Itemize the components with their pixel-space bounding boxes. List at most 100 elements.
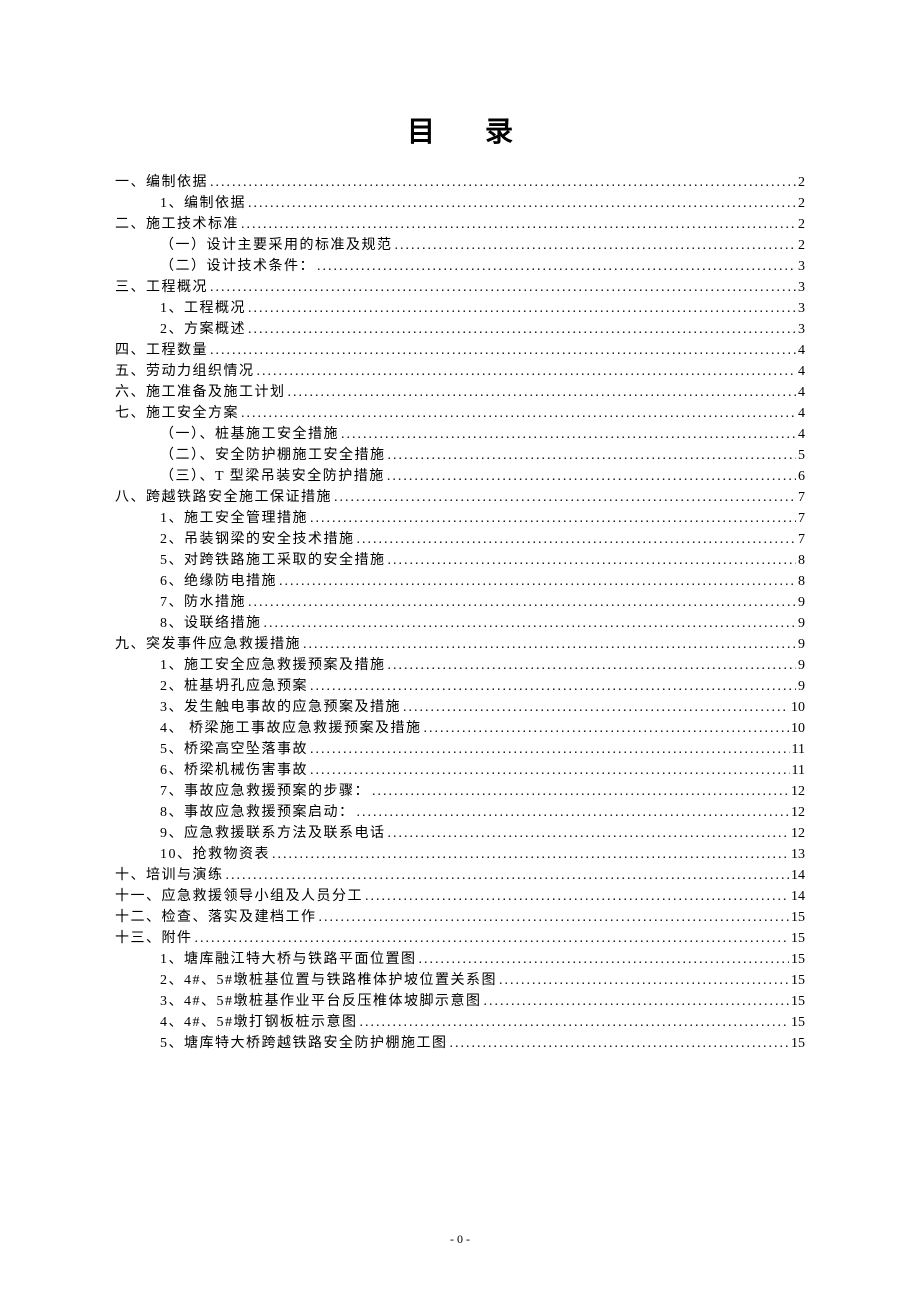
toc-entry-text: 3、4#、5#墩桩基作业平台反压椎体坡脚示意图: [160, 991, 482, 1012]
toc-entry-text: 1、施工安全应急救援预案及措施: [160, 655, 386, 676]
toc-entry-text: 1、编制依据: [160, 193, 246, 214]
toc-entry-page: 7: [796, 487, 805, 508]
toc-entry: 1、施工安全应急救援预案及措施.........................…: [115, 655, 805, 676]
toc-leader-dots: ........................................…: [417, 949, 790, 970]
toc-entry: 七、施工安全方案................................…: [115, 403, 805, 424]
toc-entry-page: 10: [789, 718, 805, 739]
toc-entry: 一、编制依据..................................…: [115, 172, 805, 193]
toc-entry-page: 15: [789, 991, 805, 1012]
toc-entry: 1、编制依据..................................…: [115, 193, 805, 214]
toc-entry: 7、事故应急救援预案的步骤：..........................…: [115, 781, 805, 802]
toc-entry-text: （二）设计技术条件：: [160, 256, 315, 277]
toc-entry: 二、施工技术标准................................…: [115, 214, 805, 235]
toc-entry-text: 6、桥梁机械伤害事故: [160, 760, 308, 781]
toc-entry-text: （一）设计主要采用的标准及规范: [160, 235, 393, 256]
toc-entry: （二）、安全防护棚施工安全措施.........................…: [115, 445, 805, 466]
toc-entry-page: 9: [796, 592, 805, 613]
toc-leader-dots: ........................................…: [355, 802, 790, 823]
toc-leader-dots: ........................................…: [355, 529, 797, 550]
toc-entry-page: 14: [789, 865, 805, 886]
toc-leader-dots: ........................................…: [270, 844, 789, 865]
toc-entry-page: 5: [796, 445, 805, 466]
toc-leader-dots: ........................................…: [255, 361, 797, 382]
toc-entry-text: 7、事故应急救援预案的步骤：: [160, 781, 370, 802]
toc-entry-page: 9: [796, 634, 805, 655]
page-footer: - 0 -: [0, 1232, 920, 1247]
toc-leader-dots: ........................................…: [482, 991, 790, 1012]
toc-entry-page: 9: [796, 676, 805, 697]
toc-leader-dots: ........................................…: [339, 424, 796, 445]
toc-entry-page: 7: [796, 508, 805, 529]
toc-leader-dots: ........................................…: [317, 907, 790, 928]
toc-entry: 八、跨越铁路安全施工保证措施..........................…: [115, 487, 805, 508]
toc-leader-dots: ........................................…: [363, 886, 789, 907]
toc-leader-dots: ........................................…: [393, 235, 797, 256]
toc-entry-page: 9: [796, 655, 805, 676]
toc-entry-page: 9: [796, 613, 805, 634]
toc-entry-page: 2: [796, 172, 805, 193]
toc-entry: 3、4#、5#墩桩基作业平台反压椎体坡脚示意图.................…: [115, 991, 805, 1012]
toc-entry-text: 五、劳动力组织情况: [115, 361, 255, 382]
toc-entry-page: 8: [796, 550, 805, 571]
toc-leader-dots: ........................................…: [301, 634, 796, 655]
toc-entry: 1、施工安全管理措施..............................…: [115, 508, 805, 529]
toc-entry: 十三、附件...................................…: [115, 928, 805, 949]
toc-leader-dots: ........................................…: [448, 1033, 790, 1054]
toc-leader-dots: ........................................…: [386, 550, 797, 571]
toc-leader-dots: ........................................…: [497, 970, 789, 991]
toc-leader-dots: ........................................…: [277, 571, 796, 592]
toc-entry: 8、事故应急救援预案启动：...........................…: [115, 802, 805, 823]
toc-entry: 6、绝缘防电措施................................…: [115, 571, 805, 592]
toc-entry-text: 十一、应急救援领导小组及人员分工: [115, 886, 363, 907]
toc-entry-page: 12: [789, 781, 805, 802]
toc-entry-page: 4: [796, 403, 805, 424]
toc-entry-page: 15: [789, 949, 805, 970]
toc-leader-dots: ........................................…: [401, 697, 789, 718]
toc-entry: 十、培训与演练.................................…: [115, 865, 805, 886]
toc-entry-text: 2、4#、5#墩桩基位置与铁路椎体护坡位置关系图: [160, 970, 497, 991]
toc-entry-page: 12: [789, 823, 805, 844]
toc-entry: 2、4#、5#墩桩基位置与铁路椎体护坡位置关系图................…: [115, 970, 805, 991]
document-title: 目录: [115, 110, 805, 150]
toc-entry-text: （二）、安全防护棚施工安全措施: [160, 445, 386, 466]
toc-entry: 4、4#、5#墩打钢板桩示意图.........................…: [115, 1012, 805, 1033]
toc-entry-text: 1、施工安全管理措施: [160, 508, 308, 529]
toc-entry: （二）设计技术条件：..............................…: [115, 256, 805, 277]
toc-leader-dots: ........................................…: [308, 676, 796, 697]
toc-entry: 1、塘库融江特大桥与铁路平面位置图.......................…: [115, 949, 805, 970]
toc-entry-page: 4: [796, 361, 805, 382]
toc-entry: 十一、应急救援领导小组及人员分工........................…: [115, 886, 805, 907]
toc-entry-page: 4: [796, 424, 805, 445]
toc-entry: （三）、T 型梁吊装安全防护措施........................…: [115, 466, 805, 487]
toc-leader-dots: ........................................…: [246, 193, 796, 214]
toc-entry-page: 12: [789, 802, 805, 823]
toc-entry: 10、抢救物资表................................…: [115, 844, 805, 865]
toc-entry: 十二、检查、落实及建档工作...........................…: [115, 907, 805, 928]
toc-entry-text: 4、4#、5#墩打钢板桩示意图: [160, 1012, 358, 1033]
toc-entry-text: 三、工程概况: [115, 277, 208, 298]
toc-entry-text: 十、培训与演练: [115, 865, 224, 886]
toc-entry: 九、突发事件应急救援措施............................…: [115, 634, 805, 655]
toc-entry-page: 6: [796, 466, 805, 487]
toc-entry-page: 15: [789, 907, 805, 928]
toc-entry-text: 九、突发事件应急救援措施: [115, 634, 301, 655]
toc-leader-dots: ........................................…: [308, 739, 790, 760]
toc-entry-text: 4、 桥梁施工事故应急救援预案及措施: [160, 718, 422, 739]
toc-leader-dots: ........................................…: [358, 1012, 790, 1033]
toc-entry-page: 8: [796, 571, 805, 592]
toc-entry-text: 四、工程数量: [115, 340, 208, 361]
toc-leader-dots: ........................................…: [208, 340, 796, 361]
toc-entry: 2、方案概述..................................…: [115, 319, 805, 340]
toc-entry: 6、桥梁机械伤害事故..............................…: [115, 760, 805, 781]
toc-entry: 3、发生触电事故的应急预案及措施........................…: [115, 697, 805, 718]
toc-entry-page: 2: [796, 235, 805, 256]
toc-entry-text: 5、桥梁高空坠落事故: [160, 739, 308, 760]
toc-entry-page: 14: [789, 886, 805, 907]
toc-entry: 1、工程概况..................................…: [115, 298, 805, 319]
toc-leader-dots: ........................................…: [239, 214, 796, 235]
toc-entry-page: 15: [789, 928, 805, 949]
toc-entry-page: 15: [789, 1012, 805, 1033]
toc-entry-text: 六、施工准备及施工计划: [115, 382, 286, 403]
toc-entry-page: 11: [790, 739, 805, 760]
toc-entry-text: 3、发生触电事故的应急预案及措施: [160, 697, 401, 718]
